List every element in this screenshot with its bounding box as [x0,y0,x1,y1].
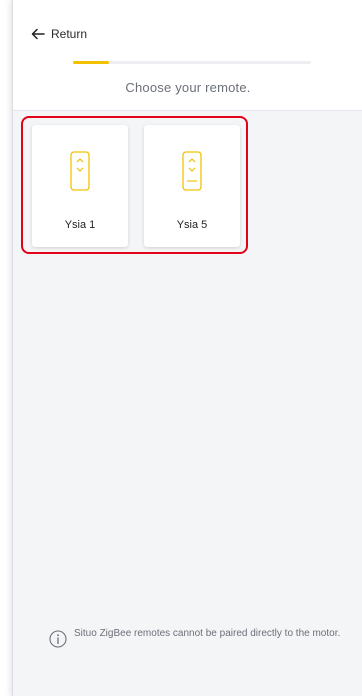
header: Return Choose your remote. [13,0,362,111]
step-title: Choose your remote. [125,80,251,95]
remote-card-label: Ysia 1 [64,219,96,231]
return-label: Return [51,27,88,41]
progress-fill [73,61,109,64]
progress-bar [73,61,311,64]
remote-card-label: Ysia 5 [176,219,208,231]
remote-selection-area: Ysia 1 Ysia 5 Situo ZigBee remotes canno… [13,111,362,696]
info-text: Situo ZigBee remotes cannot be paired di… [74,628,341,639]
info-icon [49,628,67,653]
remote-card-ysia-5[interactable]: Ysia 5 [144,125,240,247]
arrow-left-icon [31,28,45,40]
remote-icon [182,151,202,196]
info-note: Situo ZigBee remotes cannot be paired di… [49,628,349,653]
remote-icon [70,151,90,196]
remote-card-ysia-1[interactable]: Ysia 1 [32,125,128,247]
app-screen: Return Choose your remote. Ysia 1 Ysia 5… [12,0,362,696]
return-button[interactable]: Return [31,24,87,44]
